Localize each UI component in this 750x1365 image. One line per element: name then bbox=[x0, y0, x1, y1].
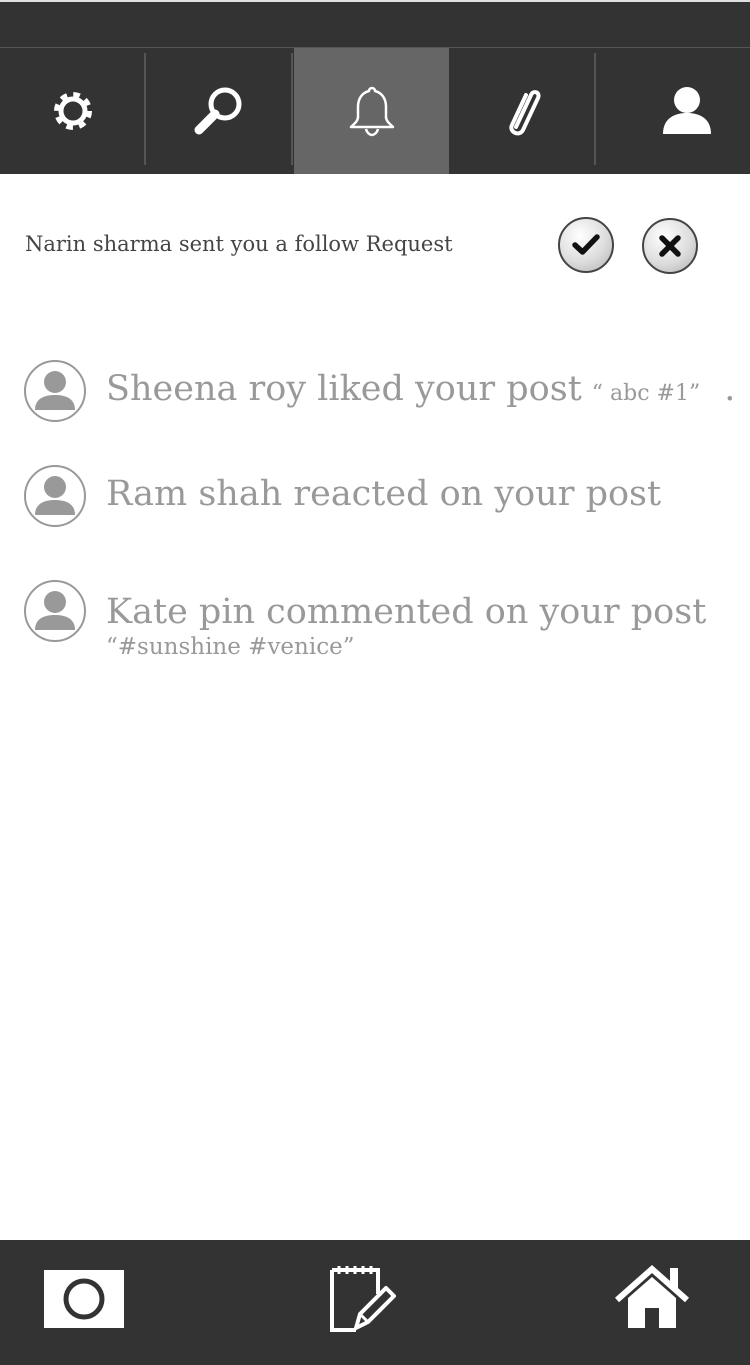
notification-subtext: “#sunshine #venice” bbox=[106, 634, 355, 660]
notification-message: Sheena roy liked your post bbox=[106, 369, 582, 409]
compose-button[interactable] bbox=[328, 1264, 400, 1334]
avatar bbox=[24, 580, 86, 642]
gear-icon bbox=[53, 92, 92, 130]
top-nav bbox=[0, 48, 750, 174]
bottom-nav bbox=[0, 1240, 750, 1365]
user-icon bbox=[663, 87, 711, 134]
notification-text: Sheena roy liked your post “ abc #1”. bbox=[106, 369, 735, 409]
bell-icon bbox=[349, 86, 394, 137]
trailing-dot: . bbox=[724, 369, 736, 409]
camera-icon bbox=[44, 1270, 124, 1328]
user-avatar-icon bbox=[35, 371, 75, 410]
tab-settings[interactable] bbox=[0, 48, 145, 174]
decline-button[interactable] bbox=[642, 218, 698, 274]
follow-request: Narin sharma sent you a follow Request bbox=[0, 174, 750, 314]
avatar bbox=[24, 465, 86, 527]
notification-text: Ram shah reacted on your post bbox=[106, 474, 662, 514]
check-icon bbox=[572, 234, 600, 255]
accept-button[interactable] bbox=[558, 217, 614, 273]
user-avatar-icon bbox=[35, 591, 75, 630]
user-avatar-icon bbox=[35, 476, 75, 515]
search-icon bbox=[194, 87, 242, 135]
edit-note-icon bbox=[330, 1266, 396, 1332]
camera-button[interactable] bbox=[44, 1270, 124, 1328]
home-button[interactable] bbox=[614, 1264, 690, 1330]
home-icon bbox=[615, 1264, 689, 1328]
tab-attachments[interactable] bbox=[451, 48, 595, 174]
avatar bbox=[24, 360, 86, 422]
tab-notifications[interactable] bbox=[294, 48, 449, 174]
status-bar bbox=[0, 0, 750, 48]
tab-divider bbox=[291, 53, 293, 165]
notification-text: Kate pin commented on your post bbox=[106, 592, 707, 632]
paperclip-icon bbox=[509, 90, 541, 136]
tab-search[interactable] bbox=[146, 48, 292, 174]
tab-profile[interactable] bbox=[596, 48, 750, 174]
follow-request-text: Narin sharma sent you a follow Request bbox=[25, 232, 453, 256]
close-icon bbox=[659, 235, 681, 257]
post-title: “ abc #1” bbox=[591, 381, 701, 406]
